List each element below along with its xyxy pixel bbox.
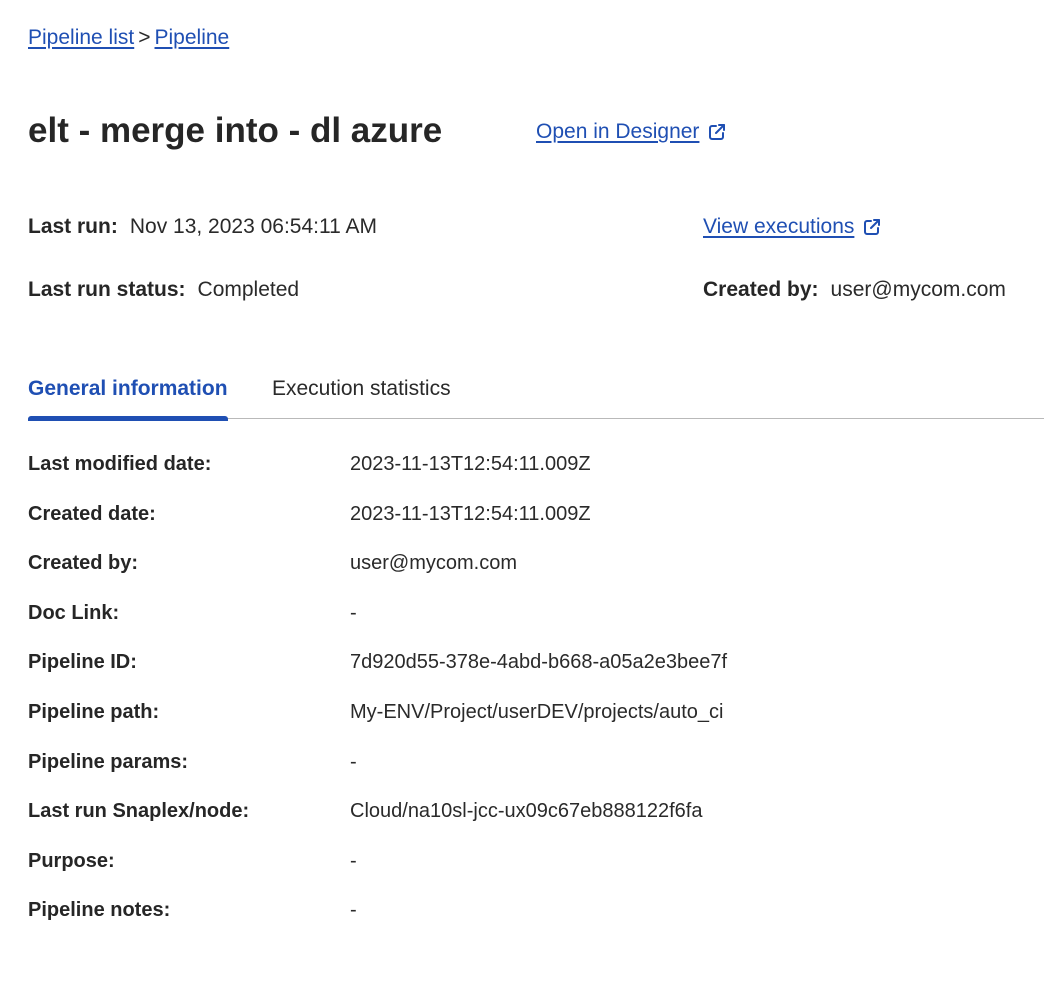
open-in-designer-label: Open in Designer [536,120,700,143]
tab-general-information[interactable]: General information [28,376,228,421]
created-by-summary-row: Created by: user@mycom.com [703,276,1006,304]
view-executions-label: View executions [703,215,855,238]
view-executions-link[interactable]: View executions [703,213,882,241]
info-value: 2023-11-13T12:54:11.009Z [350,453,591,475]
info-label: Last modified date: [28,453,212,475]
last-run-status-label: Last run status: [28,278,186,301]
info-label: Doc Link: [28,601,120,624]
info-row-created-date: Created date: 2023-11-13T12:54:11.009Z [28,500,1018,550]
created-by-summary-value: user@mycom.com [830,278,1006,301]
created-by-summary-label: Created by: [703,278,819,301]
info-row-pipeline-path: Pipeline path: My-ENV/Project/userDEV/pr… [28,698,1018,748]
info-value: user@mycom.com [350,552,517,575]
breadcrumb: Pipeline list > Pipeline [28,24,229,52]
info-row-purpose: Purpose: - [28,847,1018,897]
general-information-list: Last modified date: 2023-11-13T12:54:11.… [28,450,1018,946]
external-link-icon [864,219,881,235]
last-run-value: Nov 13, 2023 06:54:11 AM [129,215,377,238]
breadcrumb-separator: > [138,26,151,49]
info-value: 7d920d55-378e-4abd-b668-a05a2e3bee7f [350,651,728,674]
info-row-pipeline-notes: Pipeline notes: - [28,896,1018,946]
last-run-label: Last run: [28,215,118,238]
last-run-status-value: Completed [197,278,300,301]
info-value: My-ENV/Project/userDEV/projects/auto_ci [350,700,724,723]
info-row-pipeline-id: Pipeline ID: 7d920d55-378e-4abd-b668-a05… [28,648,1018,698]
open-in-designer-link[interactable]: Open in Designer [536,118,727,146]
info-value: Cloud/na10sl-jcc-ux09c67eb888122f6fa [350,800,703,823]
external-link-icon [709,124,726,140]
info-label: Last run Snaplex/node: [28,800,250,823]
info-label: Pipeline ID: [28,651,137,674]
info-row-last-modified-date: Last modified date: 2023-11-13T12:54:11.… [28,450,1018,500]
last-run-row: Last run: Nov 13, 2023 06:54:11 AM [28,213,377,241]
info-label: Pipeline path: [28,700,160,723]
info-value: - [350,750,357,773]
info-row-created-by: Created by: user@mycom.com [28,549,1018,599]
tab-bar: General information Execution statistics [28,364,1044,421]
info-row-last-run-snaplex-node: Last run Snaplex/node: Cloud/na10sl-jcc-… [28,797,1018,847]
info-label: Created date: [28,502,156,525]
info-label: Created by: [28,552,139,575]
info-label: Purpose: [28,849,115,872]
info-row-pipeline-params: Pipeline params: - [28,748,1018,798]
breadcrumb-pipeline-list-link[interactable]: Pipeline list [28,26,134,49]
info-row-doc-link: Doc Link: - [28,599,1018,649]
breadcrumb-pipeline-link[interactable]: Pipeline [155,26,230,49]
last-run-status-row: Last run status: Completed [28,276,299,304]
info-value: - [350,601,357,624]
page-title: elt - merge into - dl azure [28,111,443,150]
tab-execution-statistics[interactable]: Execution statistics [272,376,451,402]
info-label: Pipeline params: [28,750,189,773]
info-value: - [350,849,357,872]
info-value: 2023-11-13T12:54:11.009Z [350,502,591,525]
info-label: Pipeline notes: [28,899,171,922]
info-value: - [350,899,357,922]
